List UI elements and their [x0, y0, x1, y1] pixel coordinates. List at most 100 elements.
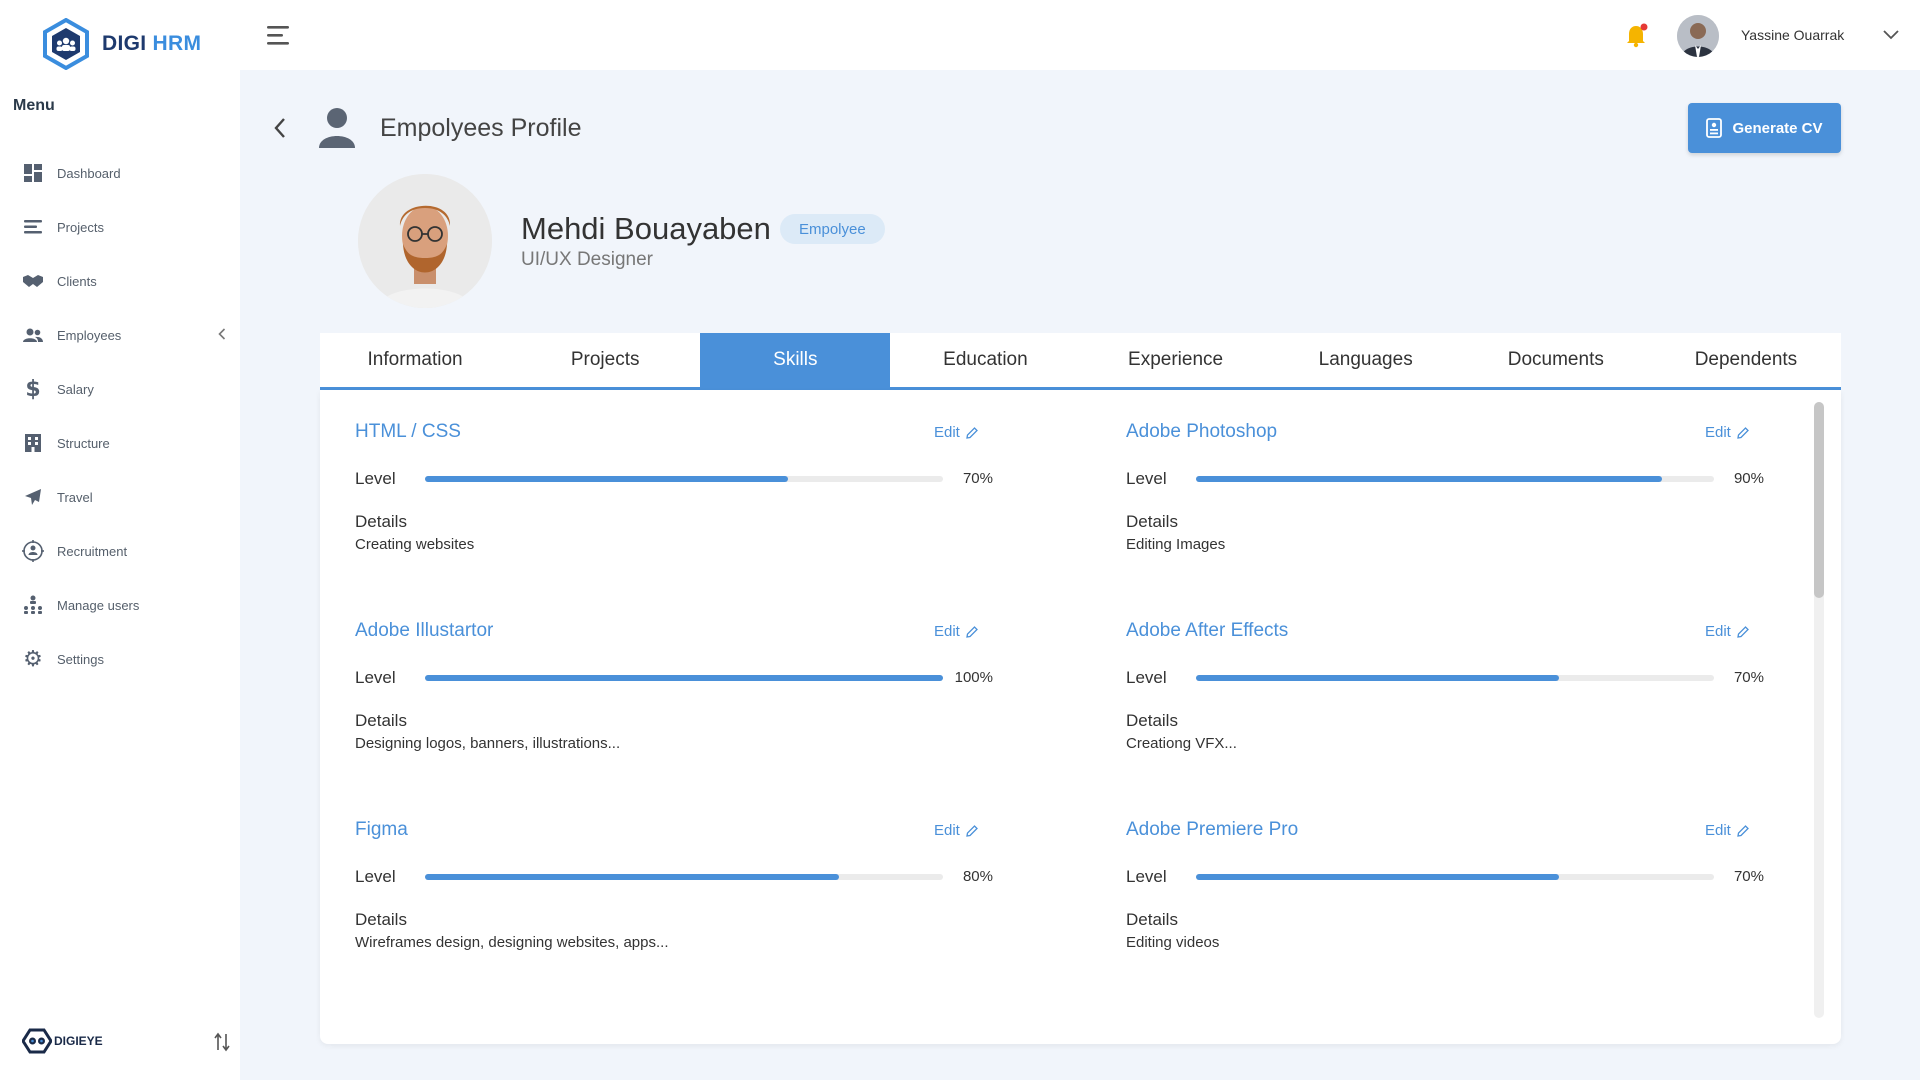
edit-label: Edit	[1705, 424, 1731, 441]
tab-projects[interactable]: Projects	[510, 333, 700, 387]
employee-job-title: UI/UX Designer	[521, 249, 653, 270]
dollar-icon: $	[25, 376, 41, 402]
user-name[interactable]: Yassine Ouarrak	[1741, 27, 1844, 43]
skill-level-bar	[1196, 874, 1714, 880]
generate-cv-button[interactable]: Generate CV	[1688, 103, 1841, 153]
sidebar-item-label: Clients	[57, 273, 97, 289]
skill-level-fill	[425, 675, 943, 681]
tab-dependents[interactable]: Dependents	[1651, 333, 1841, 387]
details-label: Details	[1126, 512, 1178, 531]
hierarchy-icon	[22, 594, 44, 616]
skill-details: Designing logos, banners, illustrations.…	[355, 735, 621, 752]
menu-title: Menu	[13, 97, 55, 114]
tab-education[interactable]: Education	[890, 333, 1080, 387]
sidebar-item-salary[interactable]: $ Salary	[0, 362, 240, 416]
level-label: Level	[1126, 867, 1167, 886]
chevron-left-icon[interactable]	[218, 328, 226, 340]
edit-skill-button[interactable]: Edit	[1705, 623, 1750, 640]
edit-skill-button[interactable]: Edit	[1705, 822, 1750, 839]
digieye-logo-icon	[22, 1028, 52, 1054]
sidebar-item-travel[interactable]: Travel	[0, 470, 240, 524]
sidebar-item-label: Manage users	[57, 597, 140, 613]
details-label: Details	[1126, 711, 1178, 730]
notification-bell-icon[interactable]	[1624, 22, 1650, 48]
edit-skill-button[interactable]: Edit	[934, 424, 979, 441]
skill-details: Wireframes design, designing websites, a…	[355, 934, 669, 951]
sidebar-item-label: Employees	[57, 327, 122, 343]
sidebar-item-label: Dashboard	[57, 165, 121, 181]
back-arrow-icon[interactable]	[273, 117, 287, 139]
sidebar-item-settings[interactable]: ⚙ Settings	[0, 632, 240, 686]
sidebar-nav: Dashboard Projects Clients Employees $ S…	[0, 146, 240, 686]
sidebar-item-recruitment[interactable]: Recruitment	[0, 524, 240, 578]
user-avatar[interactable]	[1677, 15, 1719, 57]
profile-photo	[358, 174, 492, 308]
skill-details: Creating websites	[355, 536, 475, 553]
details-label: Details	[1126, 910, 1178, 929]
sidebar-item-manage-users[interactable]: Manage users	[0, 578, 240, 632]
skill-name: HTML / CSS	[355, 421, 461, 442]
profile-tabs: Information Projects Skills Education Ex…	[320, 333, 1841, 390]
skill-name: Adobe Illustartor	[355, 620, 494, 641]
pencil-icon	[966, 426, 978, 439]
pencil-icon	[966, 625, 978, 638]
skill-name: Adobe Photoshop	[1126, 421, 1278, 442]
sidebar-item-label: Recruitment	[57, 543, 128, 559]
skill-name: Figma	[355, 819, 408, 840]
skill-level-bar	[1196, 675, 1714, 681]
skill-level-bar	[425, 675, 943, 681]
edit-skill-button[interactable]: Edit	[934, 822, 979, 839]
employee-name: Mehdi Bouayaben	[521, 211, 771, 246]
edit-label: Edit	[1705, 623, 1731, 640]
projects-icon	[22, 216, 44, 238]
skill-card: Adobe Premiere Pro Edit Level 70% Detail…	[1091, 788, 1764, 951]
edit-label: Edit	[934, 623, 960, 640]
tab-documents[interactable]: Documents	[1461, 333, 1651, 387]
app-logo[interactable]: DIGI HRM	[42, 18, 201, 70]
topbar: Yassine Ouarrak	[240, 0, 1920, 70]
skill-name: Adobe Premiere Pro	[1126, 819, 1299, 840]
logo-hexagon-icon	[43, 18, 89, 70]
sidebar-item-clients[interactable]: Clients	[0, 254, 240, 308]
sidebar: DIGI HRM Menu Dashboard Projects Clients	[0, 0, 240, 1080]
sidebar-item-label: Travel	[57, 489, 93, 505]
skill-level-percent: 70%	[962, 470, 993, 487]
tab-experience[interactable]: Experience	[1081, 333, 1271, 387]
tab-languages[interactable]: Languages	[1271, 333, 1461, 387]
sidebar-item-label: Settings	[57, 651, 104, 667]
level-label: Level	[355, 469, 396, 488]
pencil-icon	[1737, 426, 1749, 439]
skill-details: Editing Images	[1126, 536, 1226, 553]
gear-icon: ⚙	[23, 646, 43, 672]
skill-level-bar	[425, 874, 943, 880]
edit-label: Edit	[934, 424, 960, 441]
tab-information[interactable]: Information	[320, 333, 510, 387]
pencil-icon	[1737, 625, 1749, 638]
chevron-down-icon[interactable]	[1883, 30, 1899, 40]
pencil-icon	[1737, 824, 1749, 837]
sidebar-item-label: Structure	[57, 435, 110, 451]
skill-level-fill	[1196, 675, 1559, 681]
sidebar-item-structure[interactable]: Structure	[0, 416, 240, 470]
sidebar-item-employees[interactable]: Employees	[0, 308, 240, 362]
pencil-icon	[966, 824, 978, 837]
skill-name: Adobe After Effects	[1126, 620, 1289, 641]
level-label: Level	[355, 668, 396, 687]
scrollbar[interactable]	[1814, 402, 1824, 1018]
sidebar-item-dashboard[interactable]: Dashboard	[0, 146, 240, 200]
skill-level-bar	[1196, 476, 1714, 482]
hamburger-menu-icon[interactable]	[267, 25, 293, 45]
role-badge: Empolyee	[780, 214, 885, 244]
details-label: Details	[355, 910, 407, 929]
generate-cv-label: Generate CV	[1732, 119, 1823, 137]
tab-skills[interactable]: Skills	[700, 333, 891, 387]
target-icon	[22, 540, 44, 562]
footer-logo: DIGIEYE	[22, 1028, 103, 1054]
skill-level-fill	[425, 476, 788, 482]
skill-card: HTML / CSS Edit Level 70% Details Creati…	[320, 390, 993, 553]
sort-icon[interactable]	[214, 1032, 230, 1052]
edit-skill-button[interactable]: Edit	[934, 623, 979, 640]
scrollbar-thumb[interactable]	[1814, 402, 1824, 598]
sidebar-item-projects[interactable]: Projects	[0, 200, 240, 254]
edit-skill-button[interactable]: Edit	[1705, 424, 1750, 441]
